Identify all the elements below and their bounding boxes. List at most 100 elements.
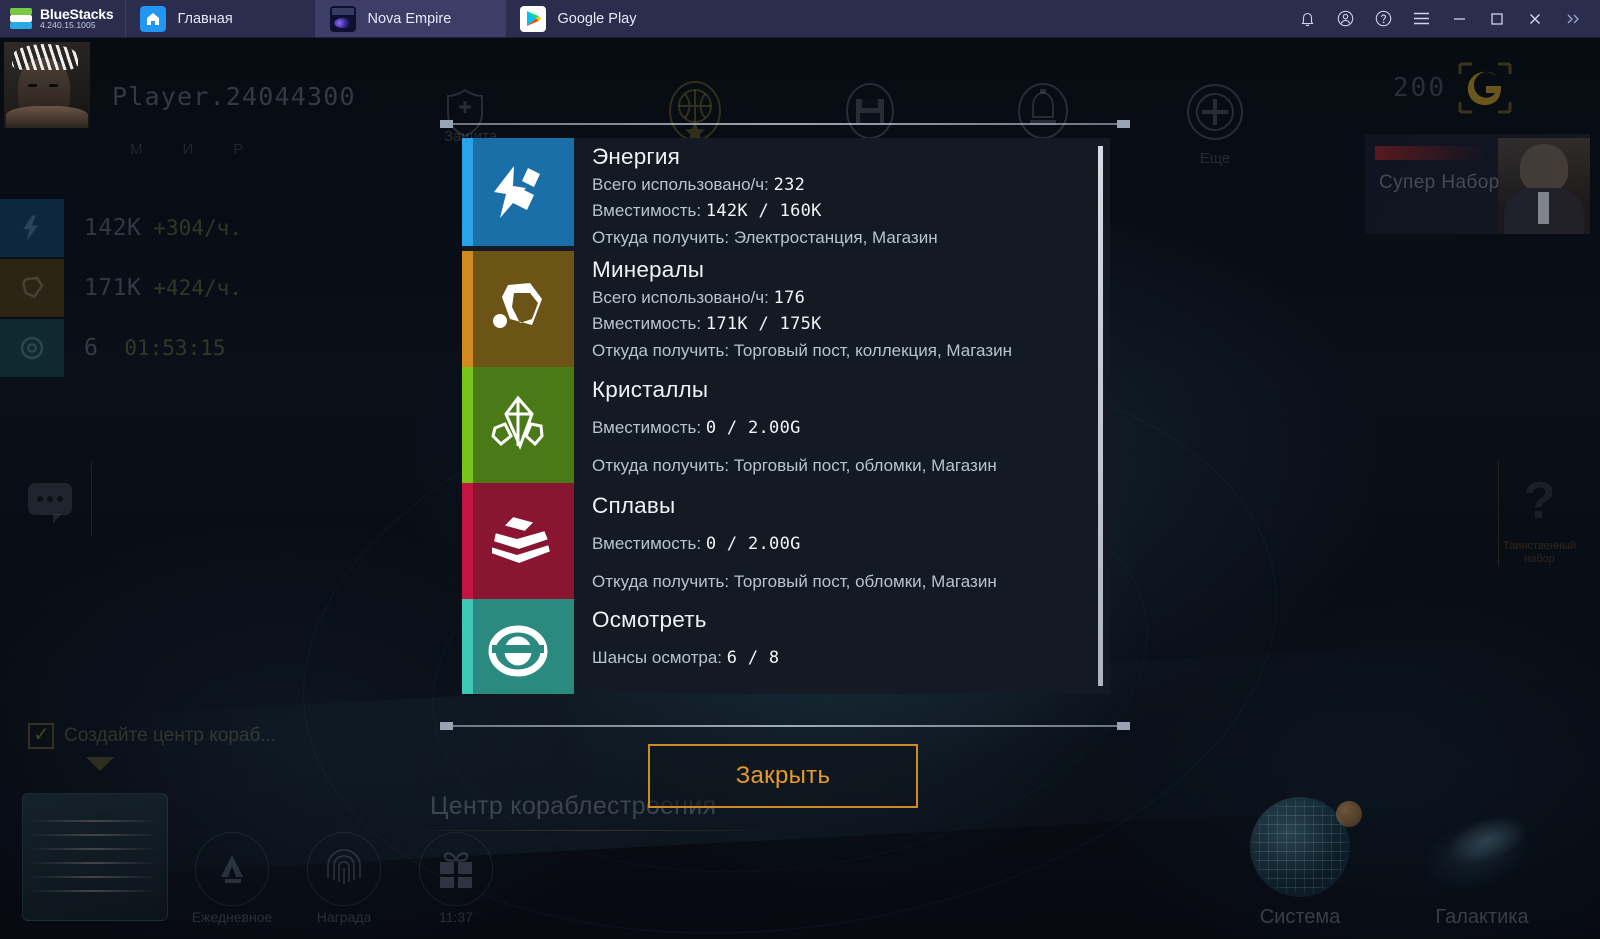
dialog-body: Энергия Всего использовано/ч: 232 Вмести…: [462, 138, 1110, 694]
tab-google-play[interactable]: Google Play: [505, 0, 695, 37]
nav-item-more[interactable]: Еще: [1150, 76, 1280, 167]
avatar[interactable]: [4, 42, 90, 128]
resource-line: Всего использовано/ч: 232: [592, 172, 1095, 198]
energy-icon: [494, 166, 540, 218]
resource-line-label: Всего использовано/ч:: [592, 175, 769, 194]
moon-icon: [1336, 801, 1362, 827]
window-controls: [1288, 0, 1600, 37]
quest-text: Создайте центр кораб...: [64, 725, 277, 746]
tab-google-play-label: Google Play: [557, 10, 637, 27]
chat-button[interactable]: [8, 462, 92, 536]
list-item[interactable]: Сплавы Вместимость: 0 / 2.00G Откуда пол…: [462, 483, 1103, 600]
help-icon[interactable]: [1364, 0, 1402, 38]
resource-title: Энергия: [592, 144, 680, 169]
resource-row-scan[interactable]: 6 01:53:15: [0, 318, 330, 378]
dialog-bottom-frame: [440, 722, 1130, 730]
reward-button[interactable]: Награда: [298, 831, 390, 925]
resource-line: Откуда получить: Торговый пост, коллекци…: [592, 338, 1032, 364]
resource-line-value: 0 / 2.00G: [705, 534, 801, 555]
expand-sidebar-icon[interactable]: [1554, 0, 1592, 38]
resource-line-label: Вместимость:: [592, 534, 702, 554]
resource-line-value: 232: [773, 175, 806, 195]
quest-tracker[interactable]: Создайте центр кораб...: [28, 722, 277, 771]
player-stat-2: И: [182, 140, 194, 158]
resource-info-dialog: Энергия Всего использовано/ч: 232 Вмести…: [440, 120, 1130, 730]
super-set-banner[interactable]: Супер Набор: [1365, 134, 1590, 234]
galaxy-button[interactable]: Галактика: [1392, 776, 1572, 929]
resource-line-value: Торговый пост, обломки, Магазин: [733, 572, 997, 592]
tab-home[interactable]: Главная: [125, 0, 315, 37]
super-set-highlight: [1375, 146, 1485, 160]
daily-button[interactable]: Ежедневное: [186, 831, 278, 925]
list-item[interactable]: Осмотреть Шансы осмотра: 6 / 8: [462, 599, 1103, 694]
resource-energy-rate: +304/ч.: [153, 216, 242, 240]
system-button[interactable]: Система: [1210, 788, 1390, 929]
chat-bubble-icon: [27, 483, 72, 523]
list-item[interactable]: Энергия Всего использовано/ч: 232 Вмести…: [462, 138, 1103, 251]
reward-label: Награда: [316, 908, 372, 925]
menu-icon[interactable]: [1402, 0, 1440, 38]
resource-line-label: Вместимость:: [592, 418, 702, 438]
resource-line-label: Откуда получить:: [592, 572, 730, 592]
bottom-right-dock: Система Галактика: [1180, 749, 1600, 939]
resource-row-energy[interactable]: 142K +304/ч.: [0, 198, 330, 258]
gift-button[interactable]: 11:37: [410, 831, 502, 925]
bluestacks-cube-icon: [10, 7, 32, 30]
super-set-label: Супер Набор: [1379, 172, 1500, 193]
more-plus-icon: [1150, 76, 1280, 150]
notifications-icon[interactable]: [1288, 0, 1326, 38]
question-mark-icon: ?: [1523, 472, 1556, 530]
resource-line-value: 176: [773, 288, 806, 309]
avatar-hair: [12, 44, 78, 70]
dialog-scrollbar[interactable]: [1098, 146, 1103, 686]
crystals-tile: [462, 367, 574, 484]
tab-nova-empire[interactable]: Nova Empire: [315, 0, 506, 37]
mystery-pack-label: Таинственный набор: [1502, 540, 1577, 565]
bottom-left-dock: Ежедневное Награда 11:37: [0, 769, 560, 939]
list-item[interactable]: Минералы Всего использовано/ч: 176 Вмест…: [462, 251, 1103, 368]
resource-title: Кристаллы: [592, 377, 709, 403]
resource-title: Осмотреть: [592, 607, 707, 633]
bluestacks-titlebar: BlueStacks 4.240.15.1005 Главная Nova Em…: [0, 0, 1600, 38]
resource-line-label: Всего использовано/ч:: [592, 288, 769, 308]
energy-tile: [462, 138, 574, 246]
resource-line: Вместимость: 171K / 175K: [592, 311, 1095, 337]
game-viewport: Player.24044300 М И Р 142K +304/ч. 171K …: [0, 38, 1600, 939]
nova-empire-icon: [330, 5, 357, 32]
mystery-pack-button[interactable]: ? Таинственный набор: [1498, 462, 1580, 566]
resource-row-minerals[interactable]: 171K +424/ч.: [0, 258, 330, 318]
resource-line: Вместимость: 0 / 2.00G: [592, 415, 1095, 441]
close-dialog-label: Закрыть: [735, 762, 831, 789]
minerals-icon: [21, 276, 44, 299]
super-set-portrait: [1498, 138, 1590, 234]
list-item[interactable]: Кристаллы Вместимость: 0 / 2.00G Откуда …: [462, 367, 1103, 484]
player-header[interactable]: Player.24044300: [0, 38, 430, 130]
scrollbar-thumb[interactable]: [1098, 146, 1103, 686]
gold-g-icon: [1458, 62, 1512, 114]
daily-label: Ежедневное: [191, 908, 273, 925]
resource-line-label: Шансы осмотра:: [592, 648, 723, 668]
account-icon[interactable]: [1326, 0, 1364, 38]
player-stats-row[interactable]: М И Р: [130, 134, 320, 164]
gold-counter[interactable]: 200: [1393, 60, 1514, 116]
resource-line-value: Торговый пост, обломки, Магазин: [733, 456, 997, 476]
galaxy-icon: [1392, 776, 1572, 918]
minerals-tile: [462, 251, 574, 368]
maximize-button[interactable]: [1478, 0, 1516, 38]
resource-line: Откуда получить: Электростанция, Магазин: [592, 225, 1095, 251]
close-dialog-button[interactable]: Закрыть: [648, 744, 918, 808]
minimap[interactable]: [22, 793, 168, 921]
player-stat-1: М: [130, 140, 143, 158]
scan-eye-icon: [20, 336, 44, 360]
resource-bar: 142K +304/ч. 171K +424/ч. 6 01:53:15: [0, 198, 330, 378]
daily-icon: [195, 831, 269, 906]
crystals-icon: [491, 395, 544, 451]
minimize-button[interactable]: [1440, 0, 1478, 38]
bluestacks-version: 4.240.15.1005: [40, 20, 96, 31]
alloys-icon: [490, 514, 553, 566]
resource-list: Энергия Всего использовано/ч: 232 Вмести…: [462, 138, 1103, 694]
resource-line: Вместимость: 0 / 2.00G: [592, 531, 1095, 557]
tab-nova-empire-label: Nova Empire: [367, 10, 452, 27]
resource-line-value: Электростанция, Магазин: [733, 227, 938, 247]
close-button[interactable]: [1516, 0, 1554, 38]
